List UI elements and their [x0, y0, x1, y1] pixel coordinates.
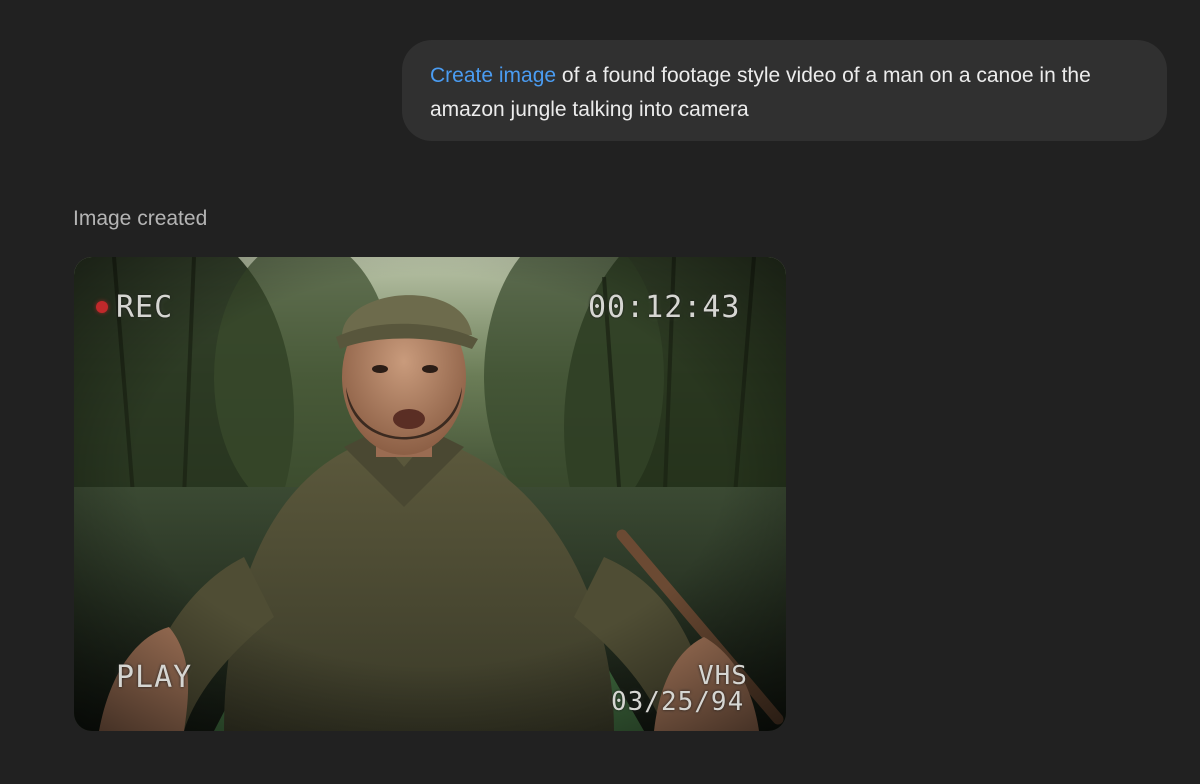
image-created-status: Image created: [73, 207, 208, 230]
recording-date: 03/25/94: [611, 687, 745, 717]
timecode: 00:12:43: [588, 290, 741, 325]
vhs-label: VHS: [698, 661, 748, 691]
record-dot-icon: [96, 301, 108, 313]
create-image-tool-label[interactable]: Create image: [430, 64, 556, 87]
play-indicator: PLAY: [116, 660, 193, 695]
user-message-bubble: Create image of a found footage style vi…: [402, 40, 1167, 141]
generated-image[interactable]: REC 00:12:43 PLAY VHS 03/25/94: [74, 257, 786, 731]
rec-indicator: REC: [116, 290, 174, 325]
